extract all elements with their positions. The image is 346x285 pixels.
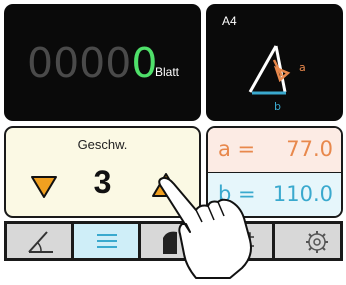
menu-icon [97,234,117,248]
fold-triangle-diagram: a b [248,45,306,113]
side-b-label: b [274,100,281,113]
pointing-hand-icon [158,176,252,279]
counter-unit: Blatt [155,65,180,79]
sheet-counter-panel: 00000 Blatt [4,4,201,121]
counter-leading-zeros: 0000 [27,39,132,87]
gear-icon [306,231,328,253]
dimension-b-value: 110.0 [272,182,333,206]
tab-settings[interactable] [275,224,340,258]
tab-menu[interactable] [74,224,138,258]
counter-active-digit: 0 [131,39,158,87]
paper-format-panel[interactable]: A4 a b [206,4,343,121]
tab-angle[interactable] [7,224,71,258]
dimension-a-row[interactable]: a = 77.0 [208,128,341,174]
dimension-a-value: 77.0 [286,137,333,161]
dimension-a-label: a = [218,137,256,161]
side-a-label: a [299,61,306,74]
angle-icon [28,231,53,253]
sheet-counter-digits: 00000 [27,39,157,87]
speed-label: Geschw. [77,137,128,152]
